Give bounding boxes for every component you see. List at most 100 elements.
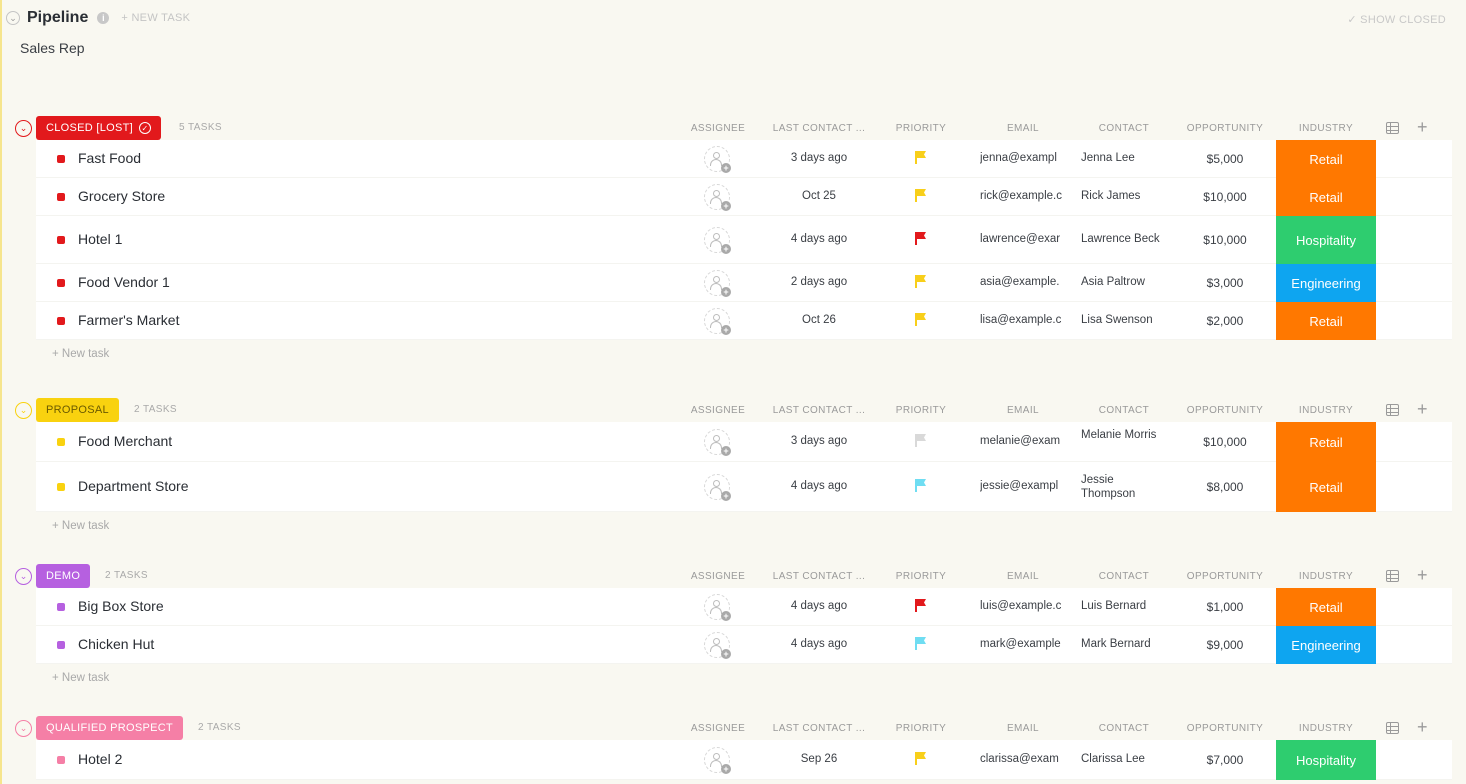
- priority-flag-icon[interactable]: [914, 151, 928, 165]
- task-row[interactable]: Hotel 1 +4 days ago lawrence@exar Lawrence …: [36, 216, 1452, 264]
- contact-cell[interactable]: Melanie Morris: [1081, 428, 1167, 442]
- last-contact-date[interactable]: Oct 26: [770, 314, 868, 326]
- new-task-row-button[interactable]: + New task: [52, 512, 1466, 540]
- table-settings-icon[interactable]: [1386, 404, 1399, 416]
- task-name[interactable]: Big Box Store: [78, 598, 164, 614]
- status-pill[interactable]: QUALIFIED PROSPECT: [36, 716, 184, 740]
- column-header-priority[interactable]: PRIORITY: [890, 723, 952, 734]
- priority-flag-icon[interactable]: [914, 189, 928, 203]
- column-header-priority[interactable]: PRIORITY: [890, 123, 952, 134]
- column-header-industry[interactable]: INDUSTRY: [1276, 723, 1376, 734]
- group-collapse-toggle[interactable]: ⌄: [15, 568, 32, 585]
- column-header-contact[interactable]: CONTACT: [1082, 123, 1166, 134]
- priority-flag-icon[interactable]: [914, 275, 928, 289]
- opportunity-value[interactable]: $10,000: [1184, 190, 1266, 204]
- assignee-avatar[interactable]: +: [704, 146, 731, 173]
- contact-cell[interactable]: Luis Bernard: [1081, 599, 1167, 613]
- assignee-avatar[interactable]: +: [704, 474, 731, 501]
- email-cell[interactable]: jenna@exampl: [980, 152, 1064, 164]
- contact-cell[interactable]: Clarissa Lee: [1081, 752, 1167, 766]
- assignee-avatar[interactable]: +: [704, 632, 731, 659]
- priority-flag-icon[interactable]: [914, 599, 928, 613]
- task-name[interactable]: Department Store: [78, 478, 189, 494]
- last-contact-date[interactable]: Oct 25: [770, 190, 868, 202]
- column-header-contact[interactable]: CONTACT: [1082, 723, 1166, 734]
- group-collapse-toggle[interactable]: ⌄: [15, 402, 32, 419]
- collapse-list-toggle[interactable]: ⌄: [6, 11, 20, 25]
- task-row[interactable]: Food Merchant +3 days ago melanie@exam Mela…: [36, 422, 1452, 462]
- status-pill[interactable]: CLOSED [LOST] ✓: [36, 116, 162, 140]
- industry-label[interactable]: Hospitality: [1276, 216, 1376, 264]
- assignee-avatar[interactable]: +: [704, 227, 731, 254]
- column-header-email[interactable]: EMAIL: [980, 123, 1066, 134]
- industry-label[interactable]: Retail: [1276, 140, 1376, 178]
- show-closed-toggle[interactable]: ✓ SHOW CLOSED: [1347, 13, 1446, 26]
- new-task-row-button[interactable]: + New task: [52, 664, 1466, 692]
- add-column-icon[interactable]: +: [1417, 399, 1428, 420]
- email-cell[interactable]: clarissa@exam: [980, 753, 1064, 765]
- last-contact-date[interactable]: 4 days ago: [770, 638, 868, 650]
- assignee-avatar[interactable]: +: [704, 594, 731, 621]
- opportunity-value[interactable]: $7,000: [1184, 753, 1266, 767]
- task-row[interactable]: Fast Food +3 days ago jenna@exampl Jenna Le…: [36, 140, 1452, 178]
- contact-cell[interactable]: Asia Paltrow: [1081, 275, 1167, 289]
- industry-label[interactable]: Engineering: [1276, 626, 1376, 664]
- last-contact-date[interactable]: 3 days ago: [770, 152, 868, 164]
- industry-label[interactable]: Hospitality: [1276, 740, 1376, 780]
- industry-label[interactable]: Retail: [1276, 422, 1376, 462]
- opportunity-value[interactable]: $8,000: [1184, 480, 1266, 494]
- assignee-avatar[interactable]: +: [704, 184, 731, 211]
- task-name[interactable]: Chicken Hut: [78, 636, 154, 652]
- opportunity-value[interactable]: $10,000: [1184, 233, 1266, 247]
- industry-label[interactable]: Engineering: [1276, 264, 1376, 302]
- industry-label[interactable]: Retail: [1276, 178, 1376, 216]
- opportunity-value[interactable]: $1,000: [1184, 600, 1266, 614]
- last-contact-date[interactable]: 3 days ago: [770, 435, 868, 447]
- assignee-avatar[interactable]: +: [704, 308, 731, 335]
- task-row[interactable]: Department Store +4 days ago jessie@exampl…: [36, 462, 1452, 512]
- priority-flag-icon[interactable]: [914, 434, 928, 448]
- column-header-industry[interactable]: INDUSTRY: [1276, 123, 1376, 134]
- column-header-last-contact[interactable]: LAST CONTACT ...: [770, 723, 868, 734]
- task-row[interactable]: Hotel 2 + Sep 26 clarissa@exam Clarissa Lee $…: [36, 740, 1452, 780]
- column-header-last-contact[interactable]: LAST CONTACT ...: [770, 571, 868, 582]
- group-collapse-toggle[interactable]: ⌄: [15, 120, 32, 137]
- task-name[interactable]: Grocery Store: [78, 188, 165, 204]
- group-collapse-toggle[interactable]: ⌄: [15, 720, 32, 737]
- assignee-avatar[interactable]: +: [704, 270, 731, 297]
- email-cell[interactable]: jessie@exampl: [980, 480, 1064, 492]
- contact-cell[interactable]: Mark Bernard: [1081, 637, 1167, 651]
- column-header-assignee[interactable]: ASSIGNEE: [690, 405, 746, 416]
- last-contact-date[interactable]: 2 days ago: [770, 276, 868, 288]
- column-header-industry[interactable]: INDUSTRY: [1276, 571, 1376, 582]
- contact-cell[interactable]: Jenna Lee: [1081, 151, 1167, 165]
- column-header-assignee[interactable]: ASSIGNEE: [690, 571, 746, 582]
- opportunity-value[interactable]: $3,000: [1184, 276, 1266, 290]
- email-cell[interactable]: luis@example.c: [980, 600, 1064, 612]
- column-header-assignee[interactable]: ASSIGNEE: [690, 123, 746, 134]
- new-task-row-button[interactable]: + New task: [52, 340, 1466, 368]
- table-settings-icon[interactable]: [1386, 122, 1399, 134]
- column-header-email[interactable]: EMAIL: [980, 571, 1066, 582]
- task-row[interactable]: Farmer's Market + Oct 26 lisa@example.c Lisa…: [36, 302, 1452, 340]
- email-cell[interactable]: lawrence@exar: [980, 233, 1064, 245]
- column-header-contact[interactable]: CONTACT: [1082, 405, 1166, 416]
- task-name[interactable]: Fast Food: [78, 150, 141, 166]
- table-settings-icon[interactable]: [1386, 722, 1399, 734]
- task-name[interactable]: Hotel 2: [78, 751, 122, 767]
- industry-label[interactable]: Retail: [1276, 588, 1376, 626]
- column-header-priority[interactable]: PRIORITY: [890, 405, 952, 416]
- opportunity-value[interactable]: $9,000: [1184, 638, 1266, 652]
- column-header-last-contact[interactable]: LAST CONTACT ...: [770, 123, 868, 134]
- column-header-last-contact[interactable]: LAST CONTACT ...: [770, 405, 868, 416]
- status-pill[interactable]: PROPOSAL: [36, 398, 119, 422]
- add-column-icon[interactable]: +: [1417, 717, 1428, 738]
- new-task-button[interactable]: + NEW TASK: [121, 12, 190, 24]
- column-header-assignee[interactable]: ASSIGNEE: [690, 723, 746, 734]
- last-contact-date[interactable]: Sep 26: [770, 753, 868, 765]
- email-cell[interactable]: lisa@example.c: [980, 314, 1064, 326]
- task-name[interactable]: Hotel 1: [78, 231, 122, 247]
- email-cell[interactable]: melanie@exam: [980, 435, 1064, 447]
- opportunity-value[interactable]: $10,000: [1184, 435, 1266, 449]
- assignee-avatar[interactable]: +: [704, 747, 731, 774]
